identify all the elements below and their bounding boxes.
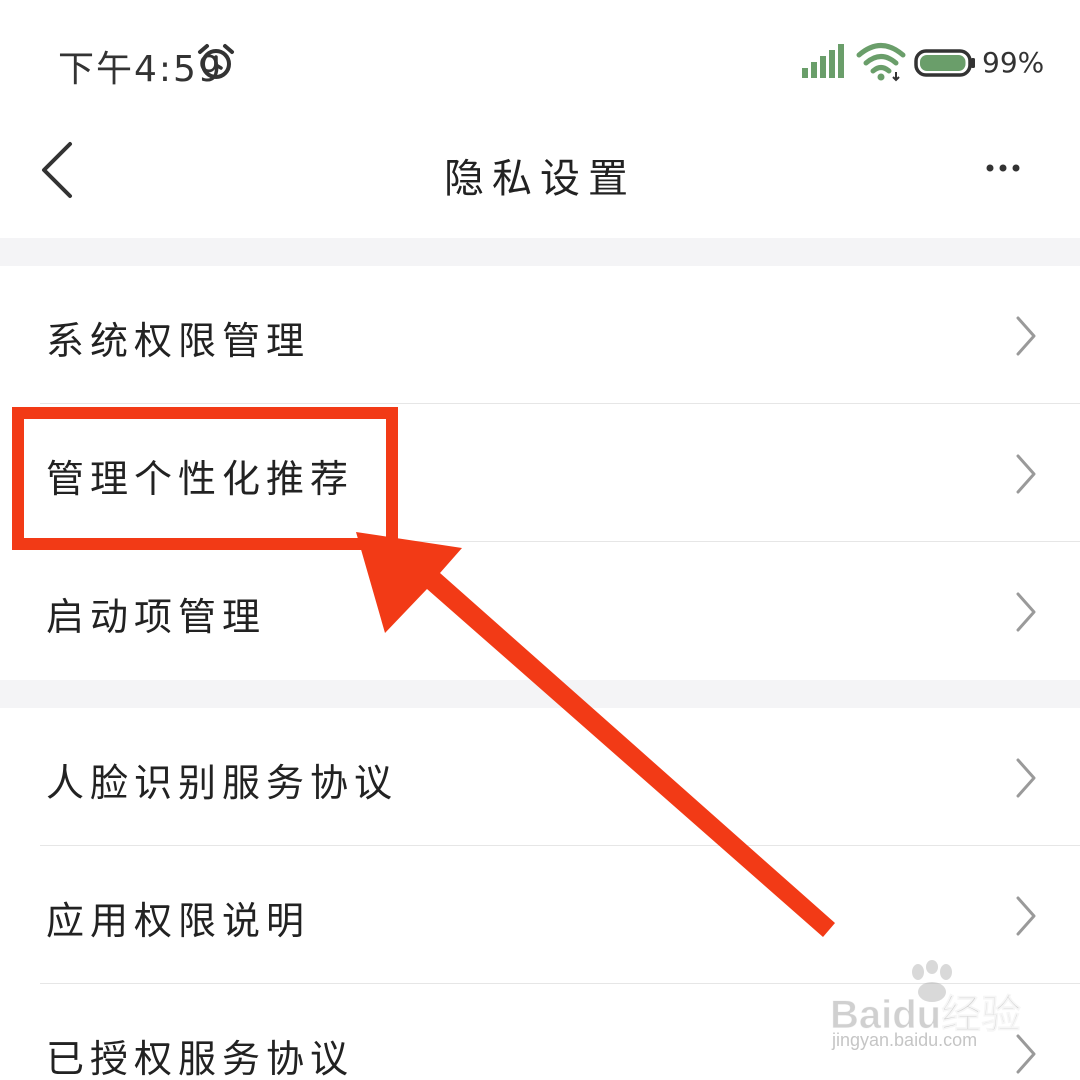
chevron-right-icon xyxy=(1016,592,1036,632)
privacy-settings-screen: 下午4:59 99% 隐私设置 系统权限管理 管理个性化推荐 启动项管理 人脸识… xyxy=(0,0,1080,1080)
list-item-system-permissions[interactable]: 系统权限管理 xyxy=(0,266,1080,404)
wifi-icon xyxy=(856,43,906,82)
cellular-signal-icon xyxy=(802,44,844,78)
list-item-label: 管理个性化推荐 xyxy=(46,457,355,501)
chevron-right-icon xyxy=(1016,454,1036,494)
page-title: 隐私设置 xyxy=(444,156,636,202)
list-item-face-recognition-agreement[interactable]: 人脸识别服务协议 xyxy=(0,708,1080,846)
alarm-clock-icon xyxy=(198,44,234,79)
list-item-label: 启动项管理 xyxy=(46,595,267,639)
list-item-personalized-recommendations[interactable]: 管理个性化推荐 xyxy=(0,404,1080,542)
list-item-label: 系统权限管理 xyxy=(46,319,311,363)
navigation-bar: 隐私设置 xyxy=(0,120,1080,238)
battery-icon xyxy=(914,49,975,77)
chevron-right-icon xyxy=(1016,316,1036,356)
status-bar: 下午4:59 99% xyxy=(0,0,1080,120)
section-gap xyxy=(0,680,1080,708)
list-item-label: 人脸识别服务协议 xyxy=(46,761,399,805)
chevron-right-icon xyxy=(1016,1034,1036,1074)
chevron-right-icon xyxy=(1016,758,1036,798)
list-item-label: 已授权服务协议 xyxy=(46,1037,355,1080)
list-item-app-permission-description[interactable]: 应用权限说明 xyxy=(0,846,1080,984)
section-gap xyxy=(0,238,1080,266)
more-horizontal-icon[interactable] xyxy=(978,156,1030,180)
chevron-right-icon xyxy=(1016,896,1036,936)
list-item-authorized-service-agreements[interactable]: 已授权服务协议 xyxy=(0,984,1080,1080)
list-item-startup-management[interactable]: 启动项管理 xyxy=(0,542,1080,680)
list-item-label: 应用权限说明 xyxy=(46,899,311,943)
battery-percentage: 99% xyxy=(982,46,1045,79)
